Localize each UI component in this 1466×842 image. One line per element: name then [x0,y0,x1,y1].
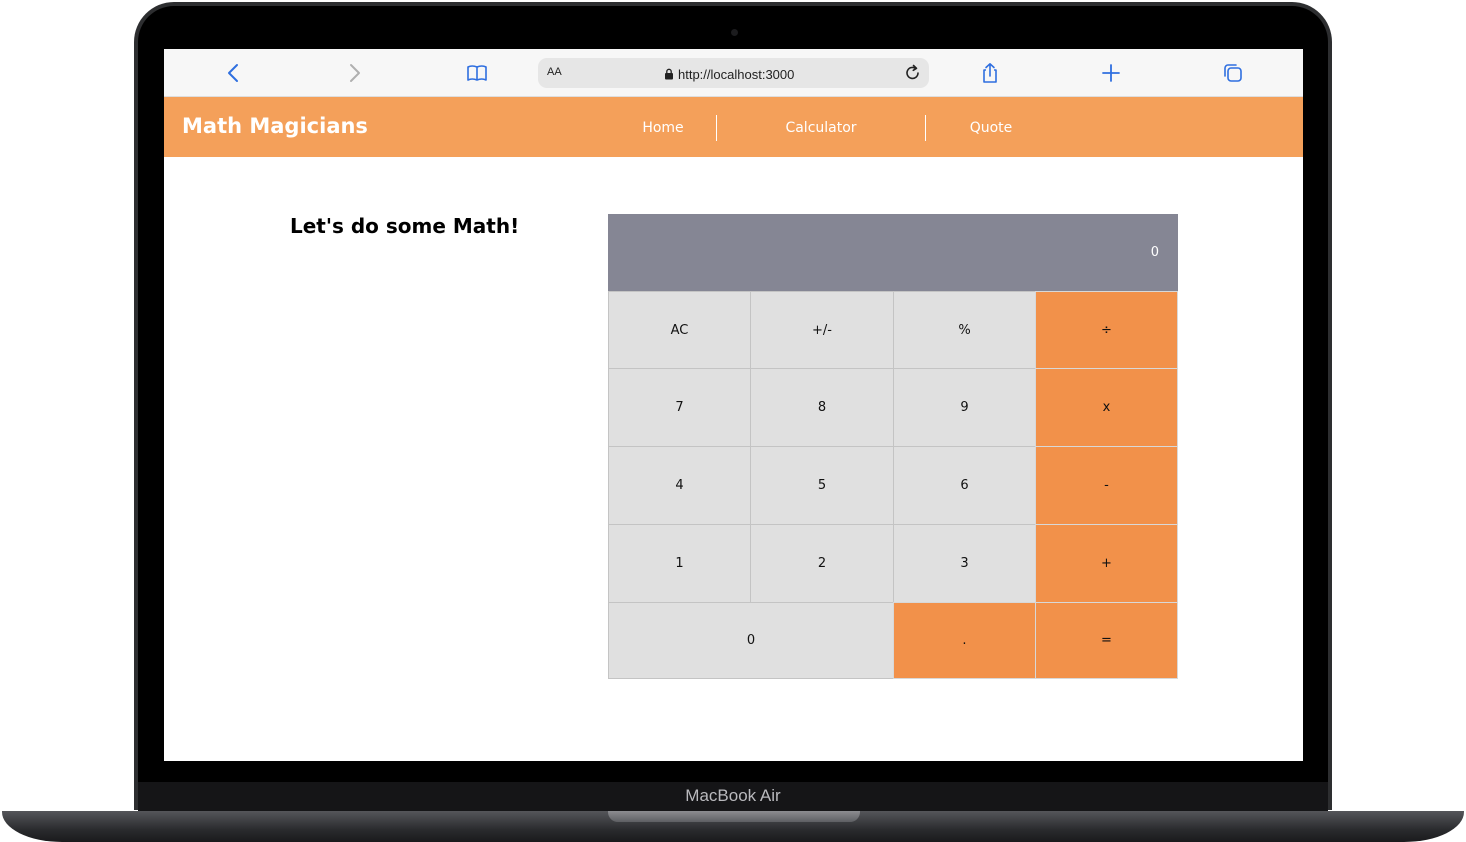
nav-quote[interactable]: Quote [926,120,1056,136]
calculator-display: 0 [608,214,1178,291]
address-bar[interactable]: AA http://localhost:3000 [538,58,929,88]
browser-toolbar: AA http://localhost:3000 [164,49,1303,97]
key-2[interactable]: 2 [750,524,894,603]
key-percent[interactable]: % [893,291,1036,369]
key-5[interactable]: 5 [750,446,894,525]
key-add[interactable]: + [1035,524,1178,603]
text-size-button[interactable]: AA [547,66,562,78]
key-7[interactable]: 7 [608,368,751,447]
plus-icon[interactable] [1098,60,1124,86]
key-8[interactable]: 8 [750,368,894,447]
key-decimal[interactable]: . [893,602,1036,679]
book-icon[interactable] [464,60,490,86]
url-text: http://localhost:3000 [678,67,795,82]
key-3[interactable]: 3 [893,524,1036,603]
chevron-left-icon[interactable] [221,60,247,86]
share-icon[interactable] [977,60,1003,86]
camera-icon [731,29,738,36]
tabs-icon[interactable] [1220,60,1246,86]
main-nav: Home Calculator Quote [610,115,1056,141]
lock-icon [664,65,674,84]
key-divide[interactable]: ÷ [1035,291,1178,369]
key-4[interactable]: 4 [608,446,751,525]
key-ac[interactable]: AC [608,291,751,369]
laptop-hinge-notch [608,811,860,822]
device-label: MacBook Air [685,786,781,805]
key-subtract[interactable]: - [1035,446,1178,525]
key-6[interactable]: 6 [893,446,1036,525]
key-plus-minus[interactable]: +/- [750,291,894,369]
calculator: 0 AC +/- % ÷ 7 8 9 x 4 5 6 - 1 2 3 + 0 .… [608,214,1178,679]
key-9[interactable]: 9 [893,368,1036,447]
key-1[interactable]: 1 [608,524,751,603]
chevron-right-icon[interactable] [341,60,367,86]
key-multiply[interactable]: x [1035,368,1178,447]
app-logo[interactable]: Math Magicians [182,114,368,138]
key-equals[interactable]: = [1035,602,1178,679]
app-header: Math Magicians Home Calculator Quote [164,97,1303,157]
nav-calculator[interactable]: Calculator [717,120,925,136]
browser-screen: AA http://localhost:3000 Math Magicians … [164,49,1303,761]
key-0[interactable]: 0 [608,602,894,679]
reload-icon[interactable] [903,63,923,83]
page-heading: Let's do some Math! [290,214,520,238]
nav-home[interactable]: Home [610,120,716,136]
